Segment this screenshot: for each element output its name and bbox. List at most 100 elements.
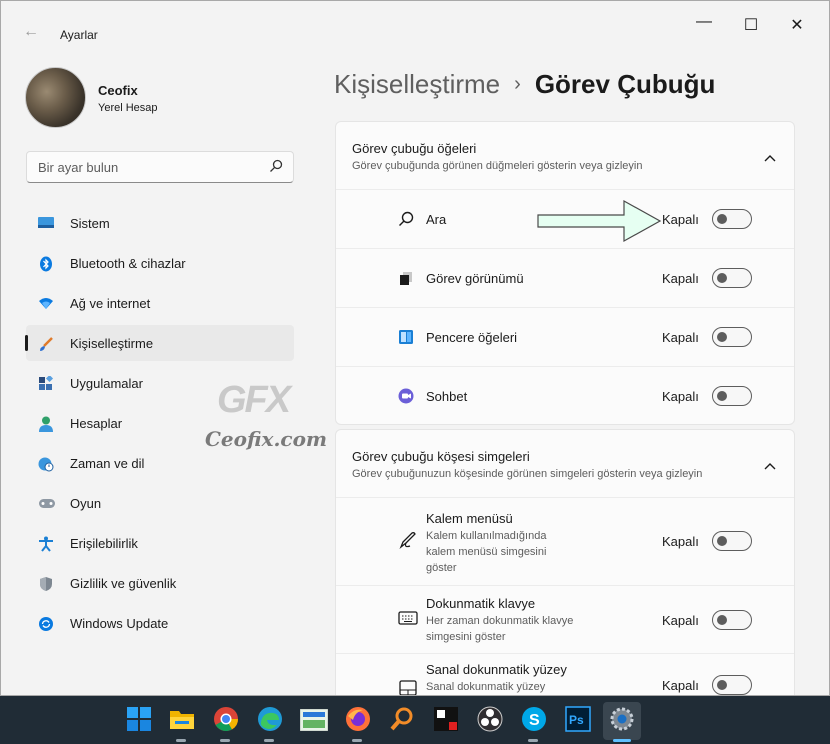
touchpad-icon (398, 680, 418, 695)
widgets-icon (398, 329, 414, 345)
setting-label: Pencere öğeleri (426, 330, 518, 345)
sidebar-item-windows-update[interactable]: Windows Update (26, 605, 294, 641)
setting-status: Kapalı (662, 613, 699, 628)
clock-globe-icon (38, 456, 54, 472)
chrome-icon[interactable] (213, 706, 239, 732)
sidebar-item-label: Gizlilik ve güvenlik (70, 576, 177, 591)
chat-toggle[interactable] (712, 386, 752, 406)
active-indicator (25, 335, 28, 351)
sidebar-item-label: Bluetooth & cihazlar (70, 256, 186, 271)
monitor-icon (38, 216, 54, 230)
widgets-toggle[interactable] (712, 327, 752, 347)
wifi-icon (38, 296, 54, 310)
touch-keyboard-toggle[interactable] (712, 610, 752, 630)
app-icon[interactable] (433, 706, 459, 732)
chevron-up-icon[interactable] (764, 149, 776, 167)
chat-icon (398, 388, 414, 404)
setting-label: Sohbet (426, 389, 468, 404)
pen-icon (398, 530, 418, 550)
setting-label: Sanal dokunmatik yüzey (426, 662, 567, 677)
accessibility-icon (38, 536, 54, 552)
sidebar-item-label: Ağ ve internet (70, 296, 151, 311)
avatar[interactable] (25, 67, 86, 128)
sidebar-item-bluetooth[interactable]: Bluetooth & cihazlar (26, 245, 294, 281)
brush-icon (38, 336, 54, 351)
watermark-logo: GFX (217, 379, 291, 421)
windows-start-icon[interactable] (126, 706, 152, 732)
taskbar-active-indicator (613, 739, 631, 742)
user-account-type: Yerel Hesap (98, 102, 158, 114)
obs-icon[interactable] (477, 706, 503, 732)
setting-status: Kapalı (662, 330, 699, 345)
setting-description: Sanal dokunmatik yüzey (426, 681, 546, 693)
annotation-arrow (537, 199, 662, 243)
search-icon[interactable] (269, 159, 283, 178)
gamepad-icon (38, 496, 55, 510)
pen-menu-toggle[interactable] (712, 531, 752, 551)
section-header-taskbar-items[interactable]: Görev çubuğu öğeleri Görev çubuğunda gör… (336, 122, 794, 190)
search-icon (398, 211, 414, 227)
settings-window: ← Ayarlar — ☐ ✕ Ceofix Yerel Hesap Bir a… (0, 0, 830, 696)
close-button[interactable]: ✕ (774, 15, 820, 39)
taskbar-running-indicator (352, 739, 362, 742)
account-icon (38, 416, 54, 432)
setting-status: Kapalı (662, 212, 699, 227)
firefox-icon[interactable] (345, 706, 371, 732)
taskbar-running-indicator (528, 739, 538, 742)
sidebar-item-label: Zaman ve dil (70, 456, 145, 471)
watermark: GFX Ceofix.com (199, 379, 327, 459)
breadcrumb-parent[interactable]: Kişiselleştirme (334, 69, 500, 99)
app-title: Ayarlar (60, 28, 98, 42)
skype-icon[interactable]: S (521, 706, 547, 732)
taskbar-running-indicator (176, 739, 186, 742)
setting-label: Dokunmatik klavye (426, 596, 536, 611)
chevron-up-icon[interactable] (764, 457, 776, 475)
taskbar (0, 696, 830, 744)
setting-status: Kapalı (662, 678, 699, 693)
setting-label: Ara (426, 212, 447, 227)
setting-status: Kapalı (662, 389, 699, 404)
section-header-corner-icons[interactable]: Görev çubuğu köşesi simgeleri Görev çubu… (336, 430, 794, 498)
setting-row-pen-menu: Kalem menüsü Kalem kullanılmadığında kal… (336, 498, 794, 586)
sidebar-item-label: Kişiselleştirme (70, 336, 154, 351)
search-box[interactable]: Bir ayar bulun (26, 151, 294, 183)
virtual-touchpad-toggle[interactable] (712, 675, 752, 695)
sidebar-item-network[interactable]: Ağ ve internet (26, 285, 294, 321)
sidebar-item-personalization[interactable]: Kişiselleştirme (25, 325, 294, 361)
search-app-icon[interactable] (389, 706, 415, 732)
search-input[interactable]: Bir ayar bulun (38, 160, 118, 175)
taskbar-running-indicator (220, 739, 230, 742)
section-subtitle: Görev çubuğunda görünen düğmeleri göster… (352, 160, 643, 172)
sidebar-item-label: Erişilebilirlik (70, 536, 138, 551)
sidebar-item-sistem[interactable]: Sistem (26, 205, 294, 241)
ftp-icon[interactable] (299, 708, 329, 735)
sidebar-item-label: Oyun (70, 496, 102, 511)
svg-text:Ps: Ps (569, 713, 584, 727)
file-explorer-icon[interactable] (169, 707, 195, 733)
sidebar-item-label: Uygulamalar (70, 376, 143, 391)
sidebar-item-gaming[interactable]: Oyun (26, 485, 294, 521)
edge-icon[interactable] (257, 706, 283, 732)
section-subtitle: Görev çubuğunuzun köşesinde görünen simg… (352, 468, 703, 480)
minimize-button[interactable]: — (681, 13, 727, 37)
watermark-site: Ceofix.com (205, 427, 328, 451)
setting-row-touch-keyboard: Dokunmatik klavye Her zaman dokunmatik k… (336, 586, 794, 654)
search-toggle[interactable] (712, 209, 752, 229)
sidebar-item-privacy[interactable]: Gizlilik ve güvenlik (26, 565, 294, 601)
sidebar-item-label: Hesaplar (70, 416, 123, 431)
settings-icon[interactable] (609, 706, 635, 732)
taskbar-items-card: Görev çubuğu öğeleri Görev çubuğunda gör… (335, 121, 795, 425)
keyboard-icon (398, 610, 418, 630)
setting-row-task-view: Görev görünümü Kapalı (336, 249, 794, 308)
setting-description: Kalem kullanılmadığında kalem menüsü sim… (426, 530, 547, 574)
back-arrow-icon[interactable]: ← (23, 23, 39, 41)
title-bar: ← Ayarlar — ☐ ✕ (1, 1, 829, 49)
update-icon (38, 616, 54, 631)
sidebar-item-accessibility[interactable]: Erişilebilirlik (26, 525, 294, 561)
maximize-button[interactable]: ☐ (728, 15, 774, 39)
setting-description: Her zaman dokunmatik klavye simgesini gö… (426, 615, 574, 643)
breadcrumb-separator: › (514, 73, 521, 95)
task-view-toggle[interactable] (712, 268, 752, 288)
photoshop-icon[interactable]: Ps (565, 706, 591, 732)
svg-text:S: S (529, 712, 540, 729)
